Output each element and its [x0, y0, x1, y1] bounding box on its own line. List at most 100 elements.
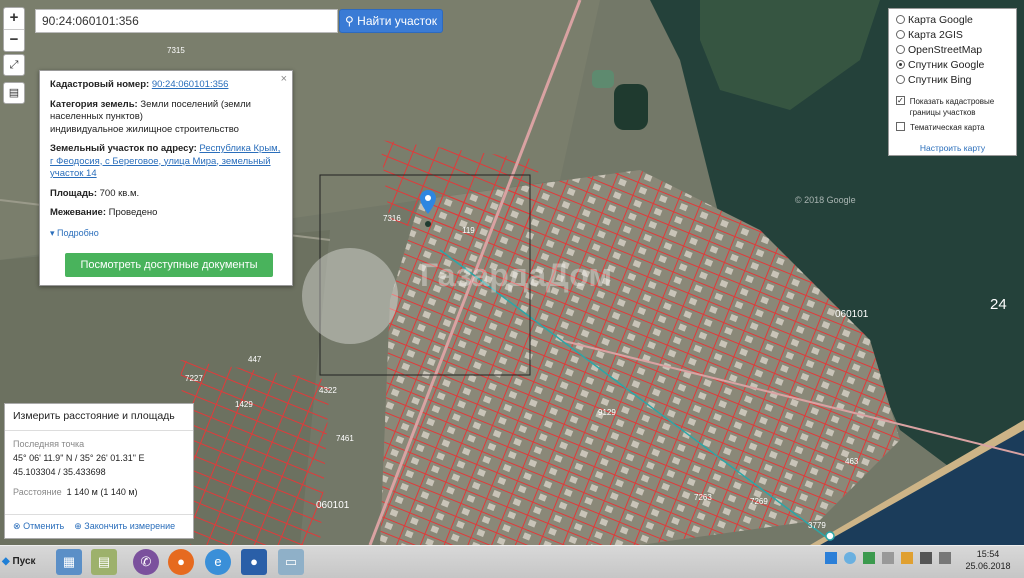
area-value: 700 кв.м. [99, 187, 140, 199]
category-use: индивидуальное жилищное строительство [50, 123, 239, 135]
distance-value: 1 140 м (1 140 м) [66, 487, 138, 497]
finish-measure-button[interactable]: ⊕ Закончить измерение [74, 521, 175, 531]
coords-decimal: 45.103304 / 35.433698 [13, 467, 106, 477]
window-icon[interactable]: ▭ [278, 549, 304, 575]
parcel-info-popup: × Кадастровый номер: 90:24:060101:356 Ка… [39, 70, 293, 286]
address-row: Земельный участок по адресу: Республика … [50, 143, 282, 181]
parcel-label: 1429 [235, 400, 253, 409]
block-label: 060101 [835, 309, 869, 320]
parcel-label: 119 [462, 226, 475, 235]
parcel-label: 7461 [336, 434, 354, 443]
last-point-label: Последняя точка [13, 439, 85, 449]
expand-icon: ⤢ [9, 59, 19, 71]
layer-option-google-satellite[interactable]: Спутник Google [896, 58, 1009, 73]
radio-icon [896, 45, 905, 54]
zoom-control: + − [3, 7, 25, 52]
system-tray [825, 552, 952, 567]
check-circle-icon: ⊕ [74, 521, 82, 531]
internet-explorer-icon[interactable]: e [205, 549, 231, 575]
more-details-link[interactable]: ▾ Подробно [50, 227, 282, 240]
boundaries-checkbox[interactable]: ✓ Показать кадастровые границы участков [896, 96, 1009, 118]
checkbox-icon [896, 122, 905, 131]
clock[interactable]: 15:54 25.06.2018 [958, 548, 1018, 572]
area-row: Площадь: 700 кв.м. [50, 188, 282, 201]
triangle-down-icon: ▾ [50, 227, 55, 238]
clock-date: 25.06.2018 [965, 561, 1011, 571]
firefox-icon[interactable]: ● [168, 549, 194, 575]
calculator-icon[interactable]: ▦ [56, 549, 82, 575]
notes-icon[interactable]: ▤ [91, 549, 117, 575]
survey-row: Межевание: Проведено [50, 207, 282, 220]
tray-volume-icon[interactable] [882, 552, 895, 564]
parcel-label: 447 [248, 355, 262, 364]
measure-panel: Измерить расстояние и площадь Последняя … [4, 403, 194, 539]
survey-label: Межевание: [50, 207, 106, 218]
layer-option-osm[interactable]: OpenStreetMap [896, 43, 1009, 58]
parcel-label: 463 [845, 457, 859, 466]
parcel-label: 7269 [750, 497, 768, 506]
cancel-label: Отменить [23, 521, 65, 531]
layer-switcher: Карта Google Карта 2GIS OpenStreetMap Сп… [888, 8, 1017, 156]
search-input[interactable] [35, 9, 338, 33]
layer-label: Спутник Google [908, 59, 985, 71]
find-parcel-button[interactable]: ⚲ Найти участок [339, 9, 443, 33]
cadastral-row: Кадастровый номер: 90:24:060101:356 [50, 79, 282, 92]
find-parcel-label: Найти участок [357, 14, 437, 28]
tray-network-icon[interactable] [844, 552, 857, 564]
thematic-label: Тематическая карта [910, 123, 985, 132]
layer-option-google-map[interactable]: Карта Google [896, 13, 1009, 28]
print-button[interactable]: ▤ [3, 82, 25, 104]
finish-label: Закончить измерение [84, 521, 176, 531]
firefox-window-icon[interactable]: ● [241, 549, 267, 575]
fullscreen-button[interactable]: ⤢ [3, 54, 25, 76]
svg-text:ГазардаДом: ГазардаДом [420, 257, 612, 293]
layer-option-2gis[interactable]: Карта 2GIS [896, 28, 1009, 43]
copyright-label: © 2018 Google [795, 195, 856, 205]
cadastral-label: Кадастровый номер: [50, 79, 150, 90]
layer-label: Спутник Bing [908, 74, 972, 86]
checkbox-checked-icon: ✓ [896, 96, 905, 105]
parcel-label: 4322 [319, 386, 337, 395]
tray-speaker-icon[interactable] [939, 552, 952, 564]
search-icon: ⚲ [345, 14, 354, 28]
view-documents-button[interactable]: Посмотреть доступные документы [65, 253, 273, 277]
layer-option-bing-satellite[interactable]: Спутник Bing [896, 73, 1009, 88]
cancel-measure-button[interactable]: ⊗ Отменить [13, 521, 64, 531]
category-row: Категория земель: Земли поселений (земли… [50, 99, 282, 137]
parcel-label: 7315 [167, 46, 185, 55]
measure-body: Последняя точка 45° 06' 11.9" N / 35° 26… [5, 431, 193, 505]
tray-flag-icon[interactable] [901, 552, 914, 564]
distance-row: Расстояние 1 140 м (1 140 м) [13, 485, 185, 499]
parcel-label: 7263 [694, 493, 712, 502]
thematic-checkbox[interactable]: Тематическая карта [896, 122, 1009, 133]
close-icon[interactable]: × [281, 73, 287, 86]
boundaries-label: Показать кадастровые границы участков [909, 97, 995, 117]
more-details-label: Подробно [57, 227, 99, 238]
zoom-out-button[interactable]: − [4, 30, 24, 51]
windows-logo-icon: ◆ [2, 556, 10, 567]
radio-icon [896, 75, 905, 84]
cadastral-link[interactable]: 90:24:060101:356 [152, 79, 229, 90]
distance-label: Расстояние [13, 487, 62, 497]
tray-app-icon[interactable] [825, 552, 837, 564]
radio-icon [896, 15, 905, 24]
start-label: Пуск [12, 556, 36, 567]
zone-label: 24 [990, 296, 1007, 313]
viber-icon[interactable]: ✆ [133, 549, 159, 575]
tray-display-icon[interactable] [920, 552, 933, 564]
parcel-label: 7316 [383, 214, 401, 223]
survey-value: Проведено [108, 207, 158, 218]
parcel-label: 7227 [185, 374, 203, 383]
configure-map-link[interactable]: Настроить карту [896, 143, 1009, 153]
radio-icon [896, 30, 905, 39]
coords-dms: 45° 06' 11.9" N / 35° 26' 01.31" E [13, 453, 145, 463]
layer-label: OpenStreetMap [908, 44, 983, 56]
layer-label: Карта Google [908, 14, 973, 26]
parcel-label: 3779 [808, 521, 826, 530]
zoom-in-button[interactable]: + [4, 8, 24, 30]
close-circle-icon: ⊗ [13, 521, 21, 531]
start-button[interactable]: ◆ Пуск [2, 551, 40, 573]
clock-time: 15:54 [976, 549, 1000, 559]
category-label: Категория земель: [50, 98, 138, 110]
tray-security-icon[interactable] [863, 552, 876, 564]
